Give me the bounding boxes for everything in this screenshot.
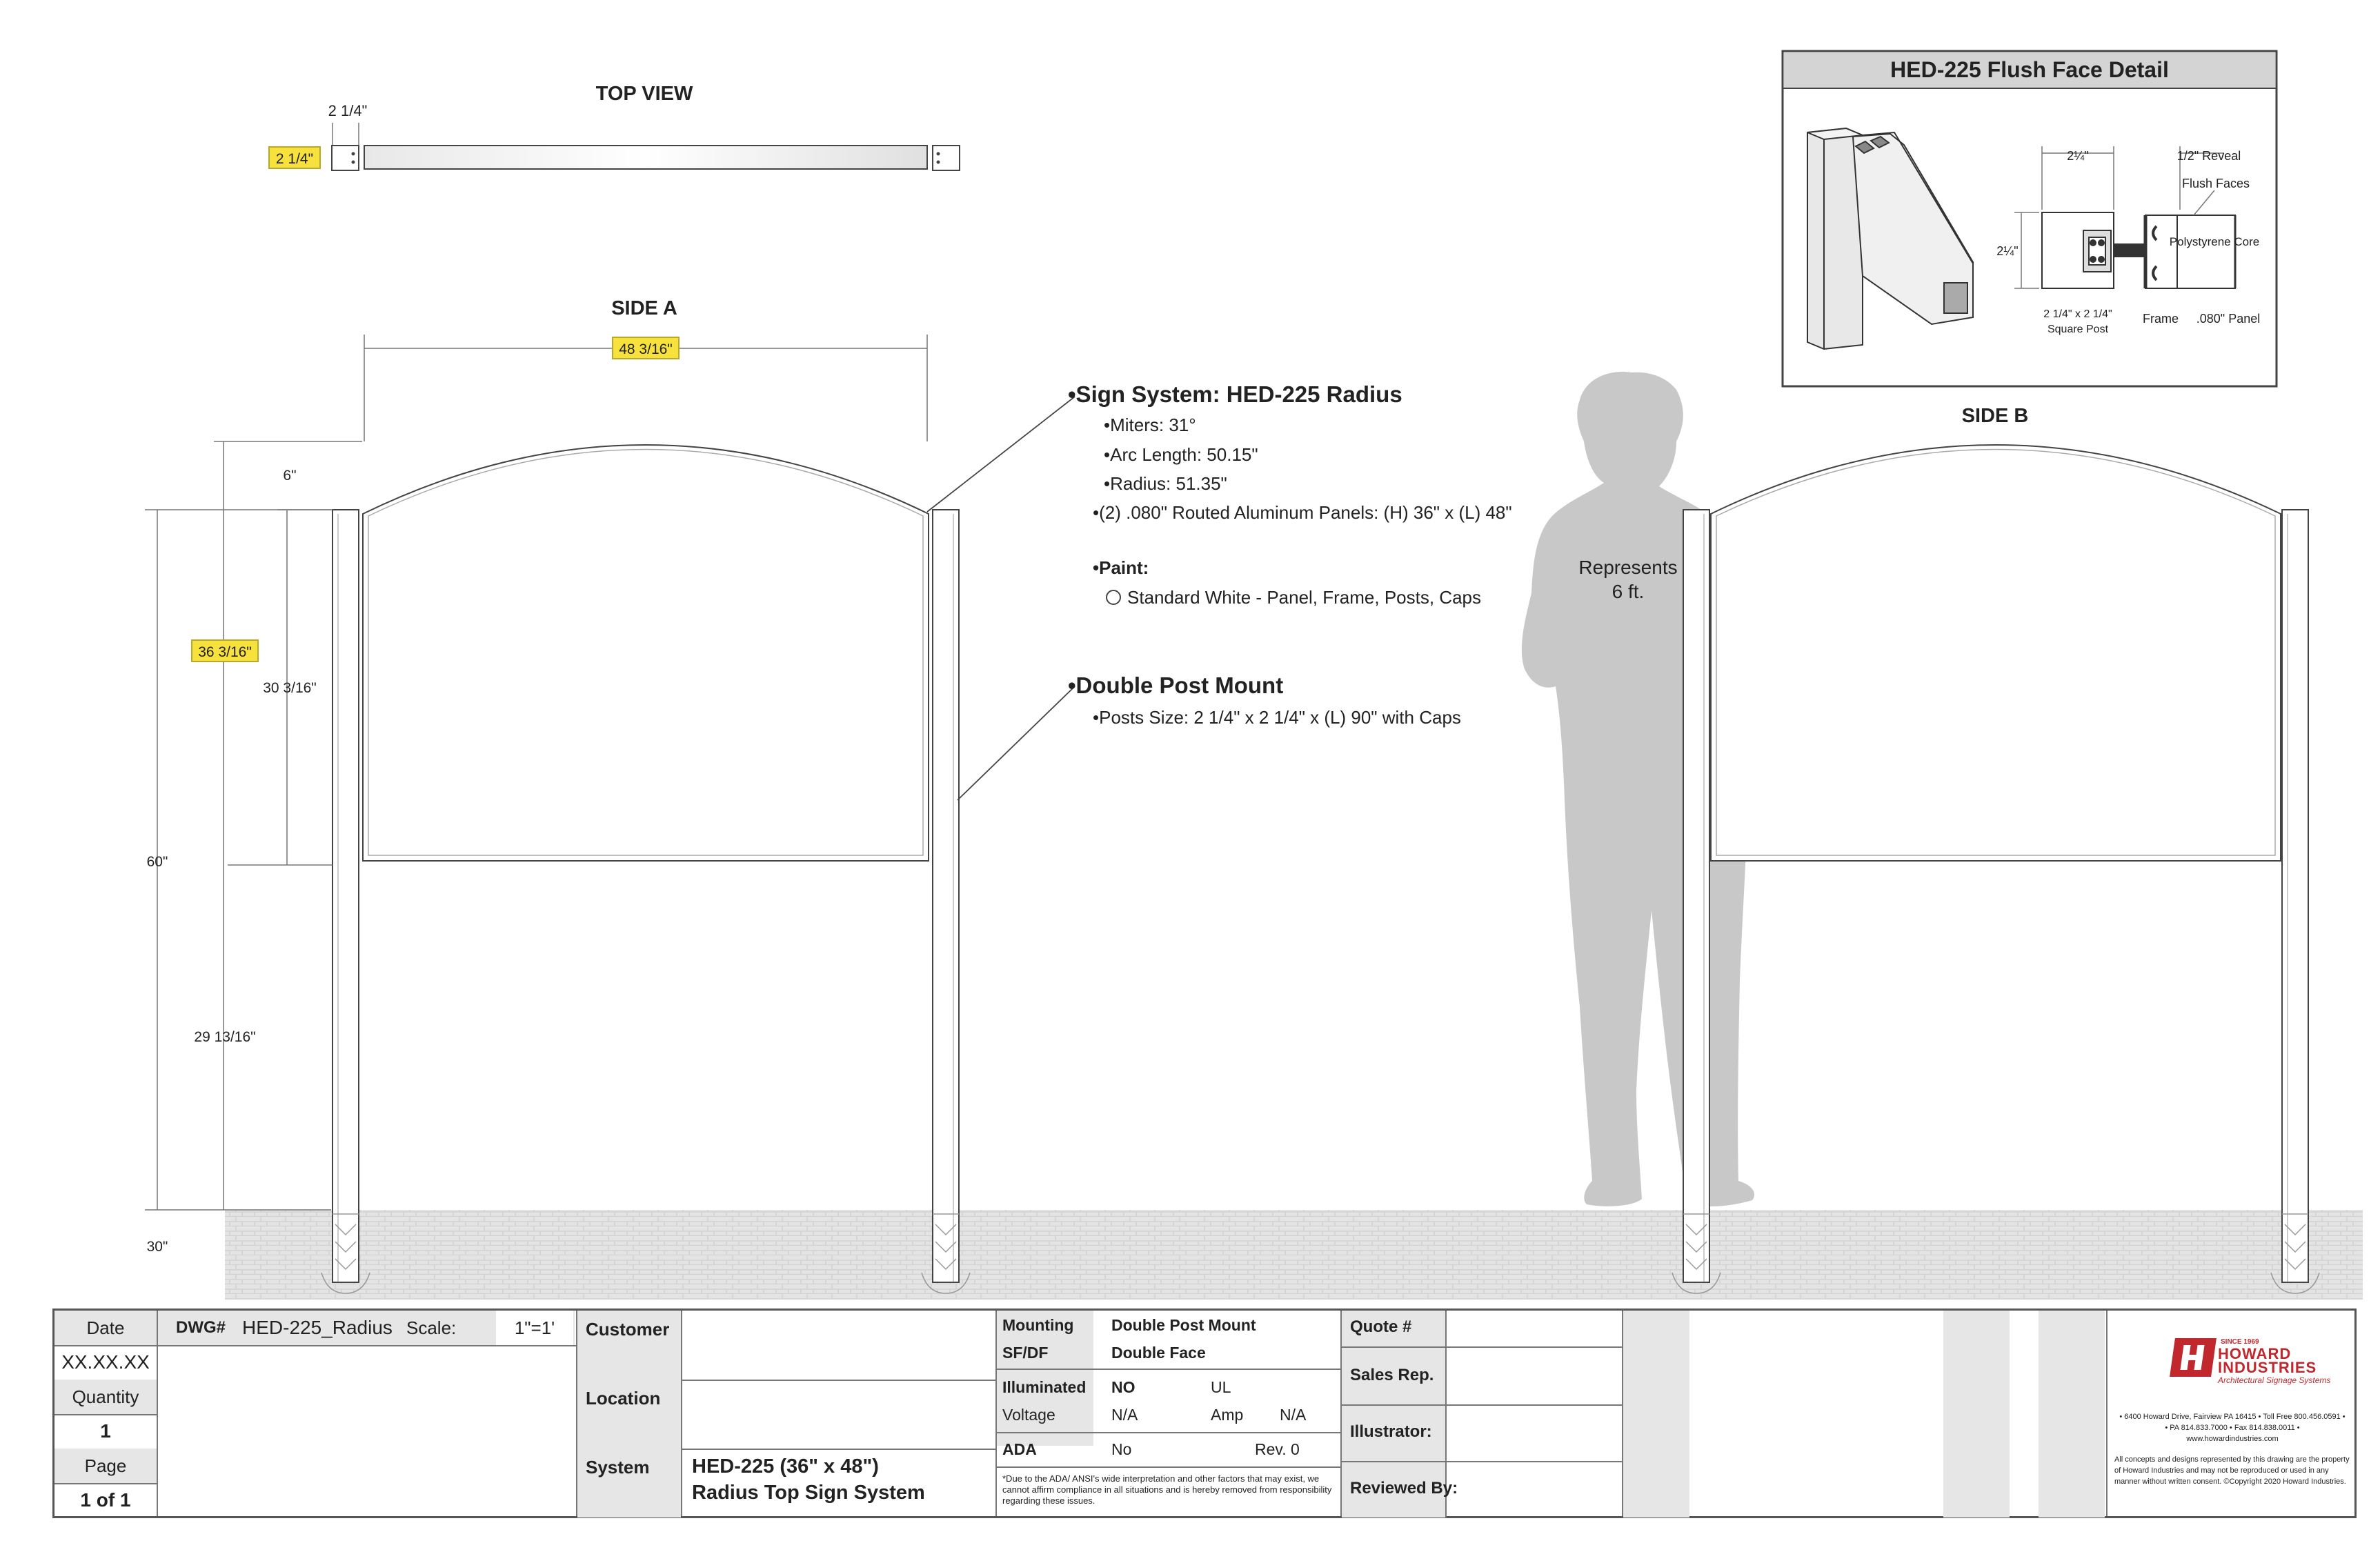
howard-logo — [2170, 1338, 2217, 1377]
detail-core: Polystyrene Core — [2170, 235, 2259, 248]
note-paint-title: •Paint: — [1093, 557, 1149, 578]
company-name-2: INDUSTRIES — [2218, 1359, 2317, 1376]
page-label: Page — [54, 1449, 157, 1483]
detail-flush-faces: Flush Faces — [2182, 177, 2250, 190]
side-a-width-dim: 48 3/16" — [619, 341, 673, 357]
side-b-radius-panel — [1710, 444, 2281, 862]
scale-label: Scale: — [406, 1317, 457, 1338]
detail-post-label-1: 2 1/4" x 2 1/4" — [2043, 308, 2112, 320]
page-value: 1 of 1 — [80, 1489, 131, 1511]
company-website: www.howardindustries.com — [2186, 1435, 2279, 1443]
side-b-title: SIDE B — [1962, 405, 2029, 427]
top-view-depth-dim: 2 1/4" — [276, 151, 313, 167]
quantity-value: 1 — [100, 1420, 111, 1442]
illuminated-value: NO — [1111, 1378, 1136, 1396]
sales-rep-label: Sales Rep. — [1350, 1366, 1434, 1384]
top-view-post-left — [331, 145, 359, 171]
company-legal-3: manner without written consent. ©Copyrig… — [2114, 1478, 2346, 1486]
top-view-title: TOP VIEW — [596, 83, 693, 105]
company-legal-2: of Howard Industries and may not be repr… — [2114, 1466, 2329, 1475]
company-tagline: Architectural Signage Systems — [2218, 1375, 2331, 1385]
amp-label: Amp — [1211, 1406, 1244, 1424]
side-a-post-left — [332, 509, 359, 1283]
company-legal-1: All concepts and designs represented by … — [2114, 1455, 2350, 1464]
sfdf-value: Double Face — [1111, 1344, 1206, 1362]
figure-label-line1: Represents — [1578, 557, 1677, 578]
figure-label-line2: 6 ft. — [1612, 581, 1645, 602]
spec-notes: •Sign System: HED-225 Radius •Miters: 31… — [926, 381, 1512, 801]
ada-label: ADA — [1002, 1440, 1037, 1458]
note-mount-title: •Double Post Mount — [1068, 673, 1283, 698]
mounting-label: Mounting — [1002, 1316, 1074, 1334]
date-value: XX.XX.XX — [61, 1351, 150, 1373]
customer-label: Customer — [586, 1319, 670, 1340]
detail-frame-label: Frame — [2143, 312, 2179, 326]
side-a-overall-dim: 60" — [147, 854, 168, 870]
company-address-1: • 6400 Howard Drive, Fairview PA 16415 •… — [2119, 1413, 2346, 1421]
ada-value: No — [1111, 1440, 1132, 1458]
illuminated-label: Illuminated — [1002, 1378, 1087, 1396]
quote-label: Quote # — [1350, 1317, 1412, 1336]
note-sign-system-title: •Sign System: HED-225 Radius — [1068, 381, 1402, 407]
revision-label: Rev. 0 — [1255, 1440, 1300, 1458]
location-label: Location — [586, 1388, 661, 1409]
side-a-total-sign-dim: 36 3/16" — [198, 644, 252, 660]
side-a-ground-dim: 29 13/16" — [194, 1029, 255, 1045]
note-posts: •Posts Size: 2 1/4" x 2 1/4" x (L) 90" w… — [1093, 707, 1461, 728]
note-radius: •Radius: 51.35" — [1104, 473, 1227, 494]
top-view-panel — [364, 145, 928, 170]
company-address-2: • PA 814.833.7000 • Fax 814.838.0011 • — [2165, 1424, 2300, 1432]
dwg-label: DWG# — [176, 1318, 226, 1337]
top-view-post-right — [932, 145, 960, 171]
note-miters: •Miters: 31° — [1104, 415, 1196, 435]
detail-dim-side: 2¼" — [1996, 244, 2018, 258]
amp-value: N/A — [1280, 1406, 1307, 1424]
side-a-panel-dim: 30 3/16" — [263, 680, 317, 696]
sfdf-label: SF/DF — [1002, 1344, 1049, 1362]
detail-dim-top: 2¼" — [2067, 149, 2088, 163]
detail-title: HED-225 Flush Face Detail — [1890, 57, 2169, 82]
date-label: Date — [54, 1311, 157, 1345]
system-label: System — [586, 1457, 650, 1478]
top-view: TOP VIEW 2 1/4" 2 1/4" — [268, 83, 960, 171]
mounting-value: Double Post Mount — [1111, 1316, 1256, 1334]
dwg-value: HED-225_Radius — [242, 1317, 393, 1338]
side-a-post-right — [932, 509, 960, 1283]
side-b-post-right — [2281, 509, 2309, 1283]
note-arc-length: •Arc Length: 50.15" — [1104, 444, 1258, 465]
scale-value: 1"=1' — [496, 1311, 573, 1345]
note-paint-option: Standard White - Panel, Frame, Posts, Ca… — [1127, 587, 1481, 608]
side-a: SIDE A 48 3/16" 36 3/16" 29 13/16" 6" 30… — [145, 297, 971, 1294]
detail-reveal: 1/2" Reveal — [2177, 149, 2241, 163]
side-a-radius-panel — [362, 444, 929, 862]
ground-band — [225, 1210, 2363, 1300]
ada-disclaimer: *Due to the ADA/ ANSI's wide interpretat… — [1002, 1473, 1332, 1506]
illustrator-label: Illustrator: — [1350, 1422, 1432, 1441]
top-view-width-dim: 2 1/4" — [328, 102, 368, 119]
flush-face-detail: HED-225 Flush Face Detail 2¼" 1/2" Revea… — [1781, 50, 2278, 388]
side-a-title: SIDE A — [611, 297, 677, 319]
side-b: SIDE B — [1672, 405, 2320, 1294]
company-block: SINCE 1969 HOWARD INDUSTRIES Architectur… — [2108, 1311, 2357, 1518]
detail-panel-label: .080" Panel — [2196, 312, 2260, 326]
side-a-burial-dim: 30" — [147, 1239, 168, 1255]
ul-label: UL — [1211, 1378, 1231, 1396]
quantity-label: Quantity — [54, 1380, 157, 1414]
paint-option-radio-icon — [1106, 590, 1121, 605]
note-panels: •(2) .080" Routed Aluminum Panels: (H) 3… — [1093, 502, 1512, 523]
title-block: Date XX.XX.XX Quantity 1 Page 1 of 1 DWG… — [52, 1309, 2357, 1518]
voltage-value: N/A — [1111, 1406, 1138, 1424]
system-value-line1: HED-225 (36" x 48") — [692, 1455, 879, 1478]
side-a-arc-dim: 6" — [283, 468, 296, 484]
detail-post-label-2: Square Post — [2047, 324, 2109, 335]
voltage-label: Voltage — [1002, 1406, 1055, 1424]
reviewed-by-label: Reviewed By: — [1350, 1479, 1458, 1498]
system-value-line2: Radius Top Sign System — [692, 1482, 925, 1504]
side-b-post-left — [1683, 509, 1710, 1283]
